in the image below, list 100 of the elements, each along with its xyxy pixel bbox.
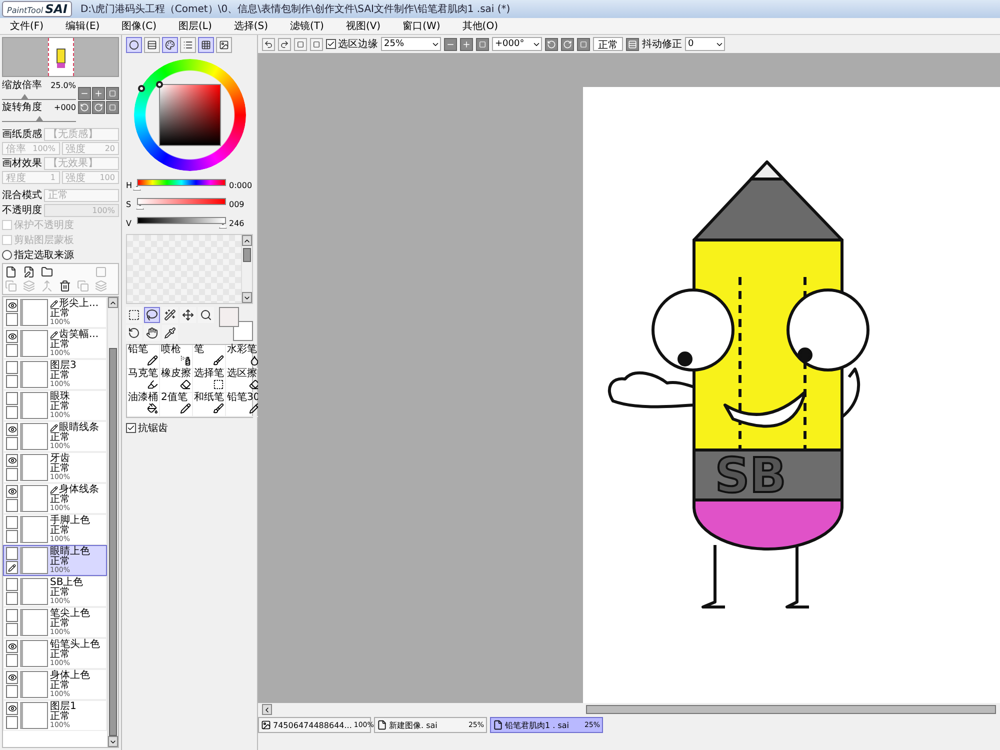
rotate-left-button[interactable] <box>545 38 558 50</box>
background-color-swatch[interactable] <box>233 321 253 341</box>
channel-slider[interactable] <box>137 216 226 230</box>
foreground-color-swatch[interactable] <box>219 307 239 327</box>
hand-tool[interactable] <box>144 325 160 341</box>
brush-name[interactable]: 选区擦 <box>227 369 260 379</box>
layer-scrollbar[interactable] <box>107 297 118 747</box>
antialias-checkbox[interactable]: 抗锯齿 <box>126 421 253 435</box>
zoom-out-button[interactable] <box>78 86 91 100</box>
hue-marker[interactable] <box>138 85 144 92</box>
list-mode-tab[interactable] <box>180 37 196 53</box>
redo-button[interactable] <box>278 38 291 50</box>
edit-toggle[interactable] <box>6 561 18 574</box>
edit-toggle[interactable] <box>6 313 18 326</box>
radio-option[interactable]: 指定选取来源 <box>2 248 119 262</box>
lasso-tool[interactable] <box>144 307 160 323</box>
edit-toggle[interactable] <box>6 685 18 698</box>
edit-toggle[interactable] <box>6 592 18 605</box>
wheel-mode-tab[interactable] <box>126 37 142 53</box>
rotate-right-button[interactable] <box>92 100 105 114</box>
brush-name[interactable]: 喷枪 <box>161 345 191 355</box>
visibility-toggle[interactable] <box>6 671 18 684</box>
brush-name[interactable]: 和纸笔 <box>194 393 224 403</box>
zoom-slider[interactable] <box>2 92 76 100</box>
navigator-preview[interactable] <box>2 37 119 77</box>
swatches-mode-tab[interactable] <box>198 37 214 53</box>
visibility-toggle[interactable] <box>6 299 18 312</box>
rotation-slider[interactable] <box>2 114 76 122</box>
rotate-left-button[interactable] <box>78 100 91 114</box>
visibility-toggle[interactable] <box>6 330 18 343</box>
visibility-toggle[interactable] <box>6 392 18 405</box>
zoom-in-button[interactable] <box>92 86 105 100</box>
swatch-scrollbar[interactable] <box>241 235 252 303</box>
zoom-out-button[interactable] <box>444 38 457 50</box>
menu-item[interactable]: 图层(L) <box>178 19 212 33</box>
menu-item[interactable]: 图像(C) <box>122 19 156 33</box>
scroll-thumb[interactable] <box>109 348 117 736</box>
stabilizer-select[interactable]: 0 <box>685 37 725 51</box>
rotate-tool[interactable] <box>126 325 142 341</box>
rotate-reset-button[interactable] <box>106 100 119 114</box>
zoom-reset-button[interactable] <box>476 38 489 50</box>
normal-mode-button[interactable]: 正常 <box>593 37 623 51</box>
menu-item[interactable]: 编辑(E) <box>66 19 100 33</box>
edit-toggle[interactable] <box>6 530 18 543</box>
visibility-toggle[interactable] <box>6 454 18 467</box>
brush-name[interactable]: 水彩笔 <box>227 345 260 355</box>
visibility-toggle[interactable] <box>6 547 18 560</box>
bars-mode-tab[interactable] <box>144 37 160 53</box>
brush-name[interactable]: 选择笔 <box>194 369 224 379</box>
rect-select-tool[interactable] <box>126 307 142 323</box>
zoom-in-button[interactable] <box>460 38 473 50</box>
brush-name[interactable]: 笔 <box>194 345 224 355</box>
visibility-toggle[interactable] <box>6 361 18 374</box>
brush-name[interactable]: 橡皮擦 <box>161 369 191 379</box>
color-swatch-grid[interactable] <box>127 235 241 303</box>
edit-toggle[interactable] <box>6 375 18 388</box>
saturation-value-square[interactable] <box>158 84 220 146</box>
edit-toggle[interactable] <box>6 654 18 667</box>
brush-name[interactable]: 铅笔 <box>128 345 158 355</box>
menu-item[interactable]: 其他(O) <box>462 19 498 33</box>
rotation-select[interactable]: +000° <box>492 37 542 51</box>
wand-tool[interactable] <box>162 307 178 323</box>
rotate-right-button[interactable] <box>561 38 574 50</box>
tray-mode-tab[interactable] <box>216 37 232 53</box>
eyedropper-tool[interactable] <box>162 325 178 341</box>
edit-toggle[interactable] <box>6 437 18 450</box>
edit-toggle[interactable] <box>6 468 18 481</box>
zoom-select[interactable]: 25% <box>381 37 441 51</box>
brush-name[interactable]: 油漆桶 <box>128 393 158 403</box>
edit-toggle[interactable] <box>6 623 18 636</box>
channel-slider[interactable] <box>137 198 226 210</box>
brush-name[interactable]: 马克笔 <box>128 369 158 379</box>
square-button[interactable] <box>310 38 323 50</box>
visibility-toggle[interactable] <box>6 516 18 529</box>
flip-button[interactable] <box>626 38 639 50</box>
edit-toggle[interactable] <box>6 344 18 357</box>
scroll-thumb[interactable] <box>243 248 251 262</box>
zoom-tool[interactable] <box>198 307 214 323</box>
edit-toggle[interactable] <box>6 406 18 419</box>
edit-toggle[interactable] <box>6 716 18 729</box>
selection-edge-checkbox[interactable]: 选区边缘 <box>326 37 378 51</box>
menu-item[interactable]: 窗口(W) <box>402 19 440 33</box>
undo-button[interactable] <box>262 38 275 50</box>
menu-item[interactable]: 选择(S) <box>234 19 268 33</box>
rgb-mode-tab[interactable] <box>162 37 178 53</box>
visibility-toggle[interactable] <box>6 485 18 498</box>
brush-name[interactable]: 2值笔 <box>161 393 191 403</box>
edit-toggle[interactable] <box>6 499 18 512</box>
visibility-toggle[interactable] <box>6 423 18 436</box>
menu-item[interactable]: 滤镜(T) <box>290 19 324 33</box>
rotate-reset-button[interactable] <box>577 38 590 50</box>
visibility-toggle[interactable] <box>6 609 18 622</box>
visibility-toggle[interactable] <box>6 578 18 591</box>
square-button[interactable] <box>294 38 307 50</box>
zoom-reset-button[interactable] <box>106 86 119 100</box>
visibility-toggle[interactable] <box>6 640 18 653</box>
menu-item[interactable]: 文件(F) <box>10 19 44 33</box>
move-tool[interactable] <box>180 307 196 323</box>
menu-item[interactable]: 视图(V) <box>346 19 381 33</box>
visibility-toggle[interactable] <box>6 702 18 715</box>
